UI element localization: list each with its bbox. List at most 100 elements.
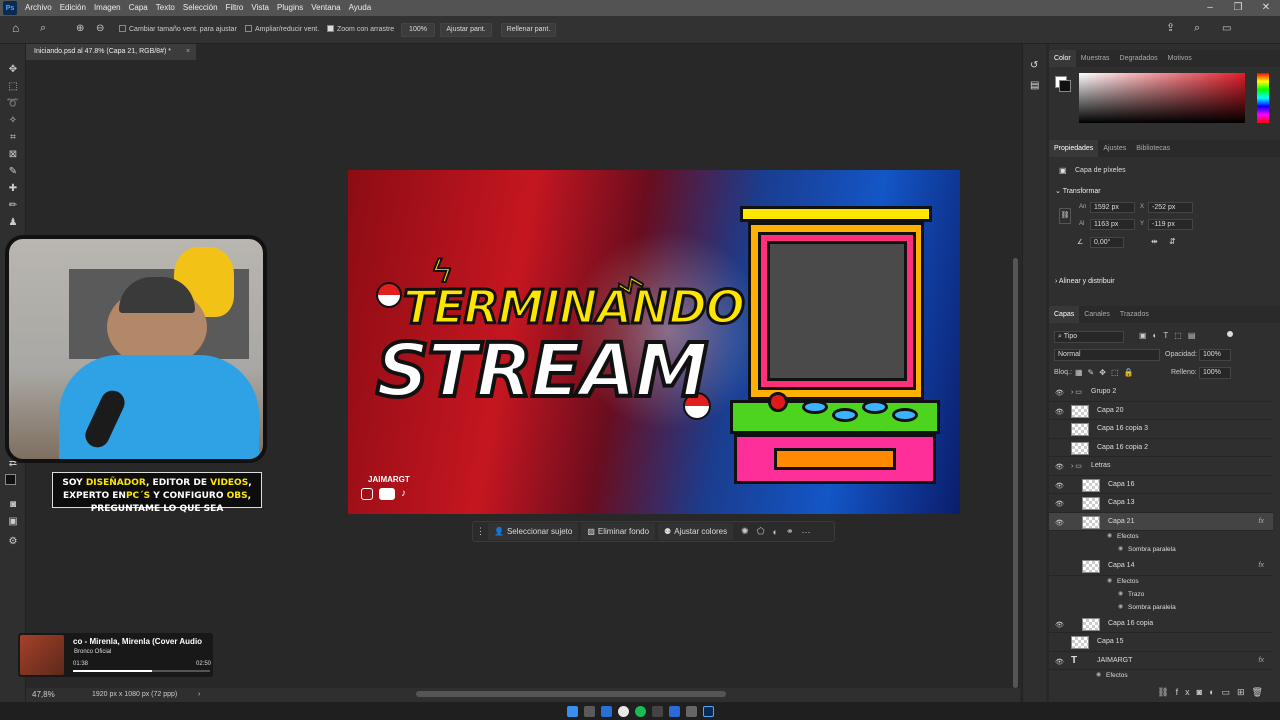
- minimize-icon[interactable]: –: [1196, 0, 1224, 16]
- menu-item[interactable]: Edición: [56, 0, 90, 16]
- layer-filter-icons[interactable]: ▣◐T⬚▤: [1139, 331, 1201, 340]
- folder-icon[interactable]: › ▭: [1071, 388, 1082, 396]
- chrome-icon[interactable]: [617, 705, 629, 717]
- visibility-eye-icon[interactable]: 👁: [1055, 463, 1064, 471]
- panel-tab[interactable]: Ajustes: [1098, 140, 1131, 157]
- task-view-icon[interactable]: [583, 705, 595, 717]
- fill-screen-button[interactable]: Rellenar pant.: [501, 23, 556, 37]
- width-field[interactable]: 1592 px: [1090, 202, 1135, 213]
- x-field[interactable]: -252 px: [1148, 202, 1193, 213]
- panel-tab[interactable]: Muestras: [1076, 50, 1115, 67]
- effect-eye-icon[interactable]: ◉: [1096, 671, 1101, 678]
- zoom-tool-icon[interactable]: ⌕: [40, 22, 46, 34]
- document-tab[interactable]: Iniciando.psd al 47.8% (Capa 21, RGB/8#)…: [26, 44, 196, 60]
- menu-item[interactable]: Imagen: [90, 0, 125, 16]
- mask-icon[interactable]: ◐: [773, 527, 778, 537]
- visibility-eye-icon[interactable]: 👁: [1055, 519, 1064, 527]
- flip-vertical-icon[interactable]: ⇵: [1169, 237, 1176, 246]
- layer-row[interactable]: 👁 Capa 16: [1049, 476, 1273, 494]
- obs-icon[interactable]: [651, 705, 663, 717]
- select-subject-button[interactable]: 👤 Seleccionar sujeto: [488, 523, 579, 540]
- screen-mode-icon[interactable]: ▣: [6, 516, 20, 528]
- share-icon[interactable]: ⇪: [1166, 22, 1175, 34]
- panel-tab[interactable]: Bibliotecas: [1131, 140, 1175, 157]
- lock-icons[interactable]: ▦✎✥⬚🔒: [1075, 368, 1138, 377]
- panel-tab[interactable]: Capas: [1049, 306, 1080, 323]
- visibility-eye-icon[interactable]: 👁: [1055, 482, 1064, 490]
- drag-handle-icon[interactable]: ⋮: [476, 526, 485, 537]
- generative-fill-icon[interactable]: ✺: [741, 526, 749, 537]
- history-icon[interactable]: ↺: [1030, 60, 1038, 71]
- menu-item[interactable]: Filtro: [222, 0, 248, 16]
- search-icon[interactable]: ⌕: [1194, 22, 1200, 34]
- panel-tab[interactable]: Propiedades: [1049, 140, 1099, 157]
- marquee-tool-icon[interactable]: ⬚: [6, 81, 20, 93]
- workspace-icon[interactable]: ▭: [1222, 23, 1231, 35]
- layer-row[interactable]: 👁 Capa 20: [1049, 402, 1273, 420]
- close-tab-icon[interactable]: ×: [186, 44, 190, 60]
- foreground-color-swatch[interactable]: [5, 474, 16, 485]
- file-explorer-icon[interactable]: [600, 705, 612, 717]
- menu-item[interactable]: Ayuda: [345, 0, 376, 16]
- effect-eye-icon[interactable]: ◉: [1118, 590, 1123, 597]
- effects-badge[interactable]: fx: [1259, 657, 1264, 664]
- eyedropper-icon[interactable]: ✎: [6, 166, 20, 178]
- zoom-in-icon[interactable]: ⊕: [76, 23, 84, 35]
- effects-badge[interactable]: fx: [1259, 518, 1264, 525]
- height-field[interactable]: 1163 px: [1090, 219, 1135, 230]
- filter-toggle-icon[interactable]: [1227, 331, 1233, 337]
- angle-field[interactable]: 0,00°: [1090, 237, 1124, 248]
- quick-mask-icon[interactable]: ◙: [6, 499, 20, 511]
- adjustment-layer-icon[interactable]: ⚭: [786, 526, 794, 537]
- layer-row[interactable]: Capa 16 copia 2: [1049, 439, 1273, 457]
- layer-row[interactable]: Capa 16 copia 3: [1049, 420, 1273, 439]
- menu-item[interactable]: Archivo: [21, 0, 56, 16]
- y-field[interactable]: -119 px: [1148, 219, 1193, 230]
- lasso-tool-icon[interactable]: ➰: [6, 98, 20, 110]
- app-icon[interactable]: [668, 705, 680, 717]
- comments-icon[interactable]: ▤: [1030, 80, 1039, 91]
- visibility-eye-icon[interactable]: 👁: [1055, 658, 1064, 666]
- link-dimensions-icon[interactable]: ⛓: [1059, 208, 1071, 224]
- layer-effect-row[interactable]: ◉ Efectos: [1049, 531, 1273, 544]
- brush-tool-icon[interactable]: ✏: [6, 200, 20, 212]
- effect-eye-icon[interactable]: ◉: [1118, 545, 1123, 552]
- transform-section[interactable]: ⌄ Transformar: [1055, 187, 1101, 195]
- more-tools-icon[interactable]: ⚙: [6, 536, 20, 548]
- layer-row[interactable]: 👁 T JAIMARGT fx: [1049, 652, 1273, 670]
- color-field[interactable]: [1079, 73, 1245, 123]
- maximize-icon[interactable]: ❐: [1224, 0, 1252, 16]
- layer-effect-row[interactable]: ◉ Sombra paralela: [1049, 544, 1273, 557]
- panel-tab[interactable]: Degradados: [1115, 50, 1163, 67]
- zoom-out-icon[interactable]: ⊖: [96, 23, 104, 35]
- layer-filter-select[interactable]: ⌕ Tipo: [1054, 331, 1124, 343]
- more-options-icon[interactable]: ···: [802, 527, 811, 537]
- menu-item[interactable]: Selección: [179, 0, 222, 16]
- panel-tab[interactable]: Motivos: [1163, 50, 1197, 67]
- layer-row[interactable]: Capa 14 fx: [1049, 557, 1273, 576]
- menu-item[interactable]: Vista: [247, 0, 273, 16]
- close-icon[interactable]: ✕: [1252, 0, 1280, 16]
- effects-badge[interactable]: fx: [1259, 562, 1264, 569]
- magic-wand-icon[interactable]: ✧: [6, 115, 20, 127]
- adjust-colors-button[interactable]: ⚉ Ajustar colores: [658, 523, 734, 540]
- resize-windows-checkbox[interactable]: Cambiar tamaño vent. para ajustar: [119, 24, 237, 36]
- zoom-level[interactable]: 47,8%: [32, 688, 55, 702]
- layer-row[interactable]: 👁 › ▭ Letras: [1049, 457, 1273, 476]
- transform-icon[interactable]: ⬠: [757, 526, 765, 537]
- layer-effect-row[interactable]: ◉ Trazo: [1049, 589, 1273, 602]
- zoom-value-field[interactable]: 100%: [401, 23, 435, 37]
- healing-brush-icon[interactable]: ✚: [6, 183, 20, 195]
- menu-item[interactable]: Capa: [125, 0, 152, 16]
- layer-effect-row[interactable]: ◉ Sombra paralela: [1049, 602, 1273, 615]
- align-section[interactable]: › Alinear y distribuir: [1055, 278, 1115, 285]
- frame-tool-icon[interactable]: ⊠: [6, 149, 20, 161]
- home-icon[interactable]: ⌂: [12, 22, 19, 34]
- move-tool-icon[interactable]: ✥: [6, 64, 20, 76]
- menu-item[interactable]: Texto: [152, 0, 179, 16]
- status-arrow-icon[interactable]: ›: [198, 688, 200, 702]
- effect-eye-icon[interactable]: ◉: [1107, 532, 1112, 539]
- spotify-icon[interactable]: [634, 705, 646, 717]
- crop-tool-icon[interactable]: ⌗: [6, 132, 20, 144]
- stamp-tool-icon[interactable]: ♟: [6, 217, 20, 229]
